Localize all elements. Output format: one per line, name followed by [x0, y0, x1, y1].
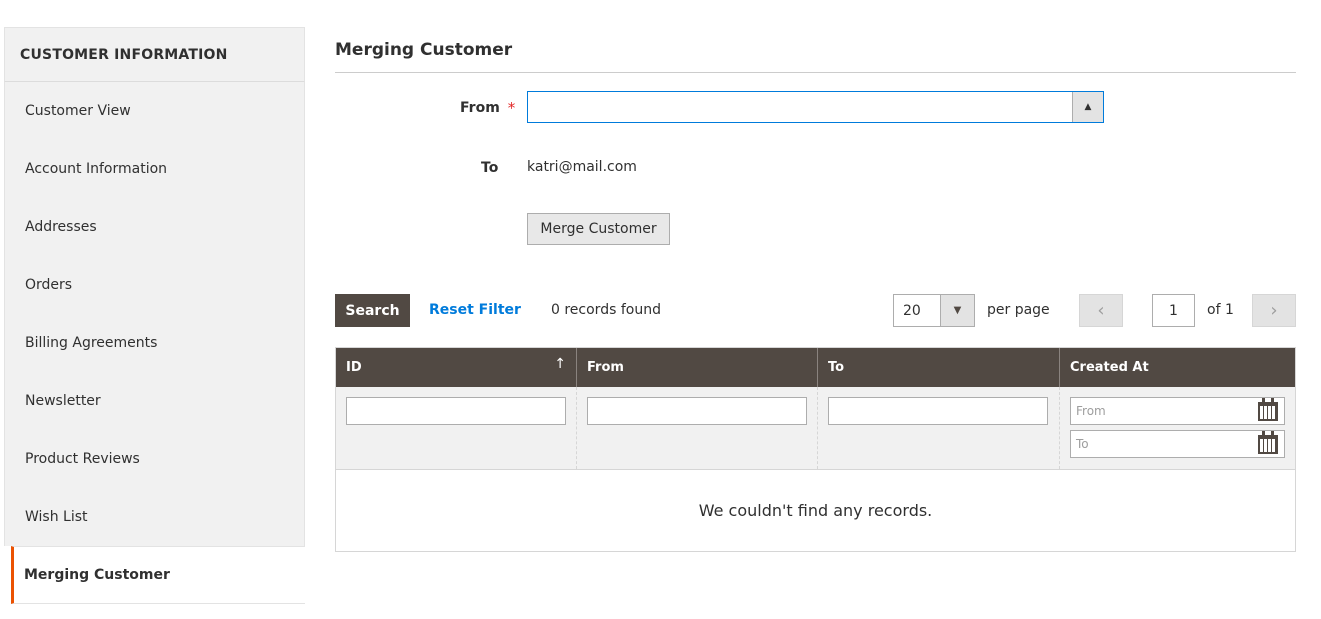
sidebar: CUSTOMER INFORMATION Customer View Accou… [4, 27, 305, 619]
grid-toolbar: Search Reset Filter 0 records found 20 ▼… [335, 294, 1296, 327]
next-page-button[interactable]: › [1252, 294, 1296, 327]
sidebar-item-product-reviews[interactable]: Product Reviews [5, 430, 304, 488]
column-header-to[interactable]: To [818, 348, 1060, 387]
per-page-select[interactable]: 20 ▼ [893, 294, 975, 327]
records-count: 0 records found [551, 302, 661, 318]
main-content: Merging Customer From * ▲ To katri@mail.… [335, 27, 1296, 552]
previous-page-button[interactable]: ‹ [1079, 294, 1123, 327]
filter-cell-from [577, 387, 818, 469]
from-label-row: From * [460, 99, 515, 117]
per-page-label: per page [987, 302, 1050, 318]
page-number-input[interactable] [1152, 294, 1195, 327]
page-total-label: of 1 [1207, 302, 1234, 318]
sidebar-item-addresses[interactable]: Addresses [5, 198, 304, 256]
filter-cell-created-at: From To [1060, 387, 1295, 469]
sidebar-title: CUSTOMER INFORMATION [20, 46, 228, 63]
sidebar-item-wish-list[interactable]: Wish List [5, 488, 304, 546]
chevron-right-icon: › [1270, 300, 1278, 321]
sidebar-item-merging-customer[interactable]: Merging Customer [11, 546, 305, 604]
filter-cell-id [336, 387, 577, 469]
search-button[interactable]: Search [335, 294, 410, 327]
filter-from-input[interactable] [587, 397, 807, 425]
merge-customer-button[interactable]: Merge Customer [527, 213, 670, 245]
date-from-placeholder: From [1076, 404, 1106, 418]
filter-to-input[interactable] [828, 397, 1048, 425]
from-customer-select[interactable]: ▲ [527, 91, 1104, 123]
sidebar-item-billing-agreements[interactable]: Billing Agreements [5, 314, 304, 372]
grid-filter-row: From To [336, 387, 1295, 469]
chevron-down-icon[interactable]: ▼ [940, 295, 974, 326]
required-mark: * [507, 99, 516, 117]
calendar-icon[interactable] [1258, 398, 1278, 421]
sidebar-header: CUSTOMER INFORMATION [4, 27, 305, 82]
filter-cell-to [818, 387, 1060, 469]
to-label: To [481, 160, 499, 176]
sidebar-item-account-information[interactable]: Account Information [5, 140, 304, 198]
chevron-left-icon: ‹ [1097, 300, 1105, 321]
column-header-created-at[interactable]: Created At [1060, 348, 1295, 387]
sidebar-item-customer-view[interactable]: Customer View [5, 82, 304, 140]
to-label-row: To [481, 160, 498, 176]
sidebar-nav: Customer View Account Information Addres… [4, 82, 305, 546]
column-header-id[interactable]: ID ↑ [336, 348, 577, 387]
sidebar-item-newsletter[interactable]: Newsletter [5, 372, 304, 430]
chevron-up-icon[interactable]: ▲ [1072, 92, 1103, 122]
merge-history-grid: ID ↑ From To Created At From To We could… [335, 347, 1296, 552]
page-title: Merging Customer [335, 27, 1296, 73]
empty-records-message: We couldn't find any records. [336, 469, 1295, 551]
filter-created-from-input[interactable]: From [1070, 397, 1285, 425]
calendar-icon[interactable] [1258, 431, 1278, 454]
date-to-placeholder: To [1076, 437, 1089, 451]
sidebar-item-orders[interactable]: Orders [5, 256, 304, 314]
reset-filter-link[interactable]: Reset Filter [429, 302, 521, 318]
to-customer-value: katri@mail.com [527, 159, 637, 175]
filter-created-to-input[interactable]: To [1070, 430, 1285, 458]
per-page-value: 20 [903, 303, 921, 319]
filter-id-input[interactable] [346, 397, 566, 425]
column-header-from[interactable]: From [577, 348, 818, 387]
from-label: From [460, 100, 500, 116]
grid-header-row: ID ↑ From To Created At [336, 348, 1295, 387]
sort-arrow-up-icon: ↑ [554, 356, 566, 372]
